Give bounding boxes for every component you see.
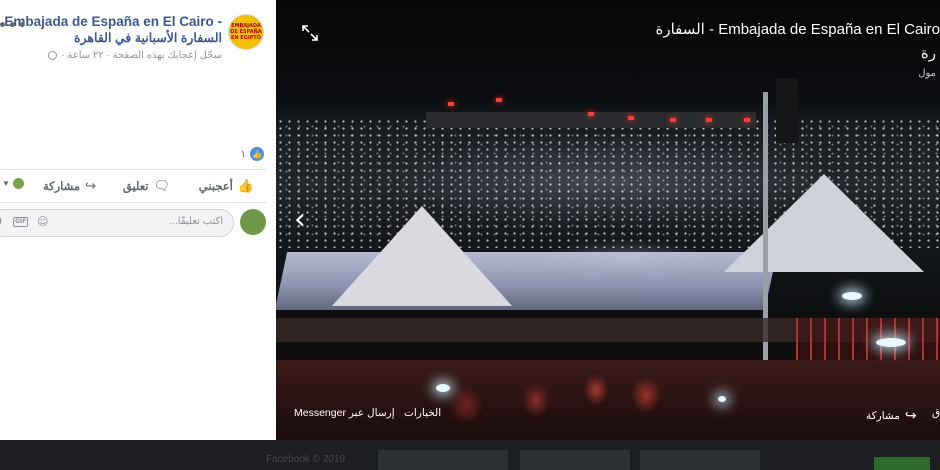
red-light xyxy=(588,112,594,116)
viewer-page-name[interactable]: Embajada de España en El Cairo - السفارة xyxy=(600,20,940,38)
emoji-icon[interactable]: ☺ xyxy=(37,215,48,228)
light-tower xyxy=(776,78,798,143)
pyramid-right xyxy=(724,174,924,272)
comment-label: تعليق xyxy=(122,181,149,193)
phone-light xyxy=(876,338,906,347)
footer-thumbnail xyxy=(520,450,630,470)
post-meta: سجّل إعجابك بهذه الصفحة · ٢٢ ساعة · xyxy=(48,50,222,61)
like-button[interactable]: 👍 أعجبني xyxy=(199,178,254,194)
thumbs-up-icon: 👍 xyxy=(237,178,254,193)
photo-action-bar: إرسال عبر Messenger الخيارات ↪ مشاركة ق xyxy=(276,400,940,428)
phone-light xyxy=(842,292,862,300)
share-arrow-icon: ↪ xyxy=(904,407,917,423)
globe-icon xyxy=(48,51,58,60)
divider xyxy=(0,169,266,170)
comment-button[interactable]: 🗨 تعليق xyxy=(123,178,170,194)
red-light xyxy=(670,118,676,122)
user-avatar[interactable] xyxy=(240,209,266,235)
pyramid-left xyxy=(332,206,512,306)
viewer-page-name-cont[interactable]: رة xyxy=(921,44,936,62)
viewer-meta: مول xyxy=(918,68,936,79)
chevron-down-icon: ▼ xyxy=(2,179,10,188)
expand-icon[interactable] xyxy=(302,25,318,41)
photo-viewer[interactable]: ‹ Embajada de España en El Cairo - السفا… xyxy=(276,0,940,440)
viewer-edge-action[interactable]: ق xyxy=(932,407,940,419)
red-light xyxy=(448,102,454,106)
user-mini-avatar xyxy=(12,178,24,189)
sticker-icon[interactable]: ☻ xyxy=(0,215,2,228)
audience-selector[interactable]: ▼ xyxy=(2,178,24,189)
share-arrow-icon: ↪ xyxy=(85,178,96,193)
speech-bubble-icon: 🗨 xyxy=(153,178,170,193)
send-messenger-button[interactable]: إرسال عبر Messenger xyxy=(294,407,395,419)
previous-photo-arrow-icon[interactable]: ‹ xyxy=(294,205,306,235)
viewer-share-button[interactable]: ↪ مشاركة xyxy=(866,407,917,424)
red-light xyxy=(706,118,712,122)
viewer-edge-label: ق xyxy=(932,407,940,419)
share-button[interactable]: ↪ مشاركة xyxy=(43,178,96,194)
red-light xyxy=(628,116,634,120)
red-light xyxy=(744,118,750,122)
reaction-count: ١ xyxy=(240,148,246,160)
like-reaction-icon: 👍 xyxy=(250,147,264,161)
more-options-icon[interactable]: ••• xyxy=(0,18,28,34)
footer-badge xyxy=(874,457,930,470)
comment-composer: اكتب تعليقًا... ☺ GIF ☻ xyxy=(0,209,276,237)
gif-icon[interactable]: GIF xyxy=(13,217,29,227)
share-label: مشاركة xyxy=(42,181,81,193)
like-label: أعجبني xyxy=(198,181,233,193)
comment-placeholder: اكتب تعليقًا... xyxy=(169,216,223,227)
page-footer: Facebook © 2019 xyxy=(0,440,940,470)
post-actions: 👍 أعجبني 🗨 تعليق ↪ مشاركة ▼ xyxy=(0,176,276,198)
post-header: EMBAJADA DE ESPAÑA EN EGIPTO Embajada de… xyxy=(0,12,276,66)
divider xyxy=(0,202,266,203)
reaction-summary[interactable]: ١ 👍 xyxy=(241,147,264,161)
phone-light xyxy=(436,384,450,392)
messenger-label: إرسال عبر Messenger xyxy=(294,407,395,419)
options-button[interactable]: الخيارات xyxy=(404,407,441,419)
footer-thumbnail xyxy=(378,450,508,470)
post-time[interactable]: سجّل إعجابك بهذه الصفحة · ٢٢ ساعة · xyxy=(61,50,222,61)
page-name-arabic-link[interactable]: السفارة الأسبانية في القاهرة xyxy=(74,30,222,45)
options-label: الخيارات xyxy=(404,407,442,419)
footer-thumbnail xyxy=(640,450,760,470)
mast xyxy=(763,92,768,392)
red-light xyxy=(496,98,502,102)
viewer-share-label: مشاركة xyxy=(866,409,900,422)
post-panel: EMBAJADA DE ESPAÑA EN EGIPTO Embajada de… xyxy=(0,0,276,440)
comment-input[interactable]: اكتب تعليقًا... ☺ GIF ☻ xyxy=(0,209,234,237)
footer-copyright: Facebook © 2019 xyxy=(266,454,346,465)
page-name-link[interactable]: Embajada de España en El Cairo - xyxy=(4,14,222,29)
page-avatar[interactable]: EMBAJADA DE ESPAÑA EN EGIPTO xyxy=(228,14,264,50)
